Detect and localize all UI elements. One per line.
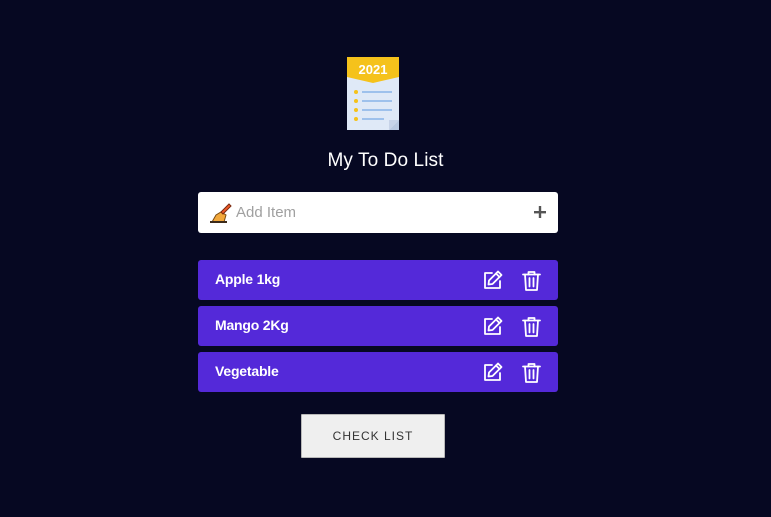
edit-icon[interactable] <box>482 316 503 337</box>
list-item: Mango 2Kg <box>198 306 558 346</box>
trash-icon[interactable] <box>521 270 542 291</box>
item-label: Apple 1kg <box>215 271 281 287</box>
trash-icon[interactable] <box>521 316 542 337</box>
notepad-icon: 2021 <box>347 57 399 130</box>
edit-icon[interactable] <box>482 270 503 291</box>
list-item: Vegetable <box>198 352 558 392</box>
trash-icon[interactable] <box>521 362 542 383</box>
todo-app: 2021 My To Do List Apple 1kg <box>0 0 771 517</box>
plus-icon[interactable] <box>530 202 550 222</box>
writing-hand-icon <box>210 203 232 223</box>
check-list-button[interactable]: CHECK LIST <box>301 414 445 458</box>
logo-year: 2021 <box>359 62 388 77</box>
add-item-input[interactable] <box>236 192 516 233</box>
edit-icon[interactable] <box>482 362 503 383</box>
add-item-box <box>198 192 558 233</box>
list-item: Apple 1kg <box>198 260 558 300</box>
page-title: My To Do List <box>327 150 444 171</box>
item-label: Vegetable <box>215 363 279 379</box>
item-label: Mango 2Kg <box>215 317 289 333</box>
